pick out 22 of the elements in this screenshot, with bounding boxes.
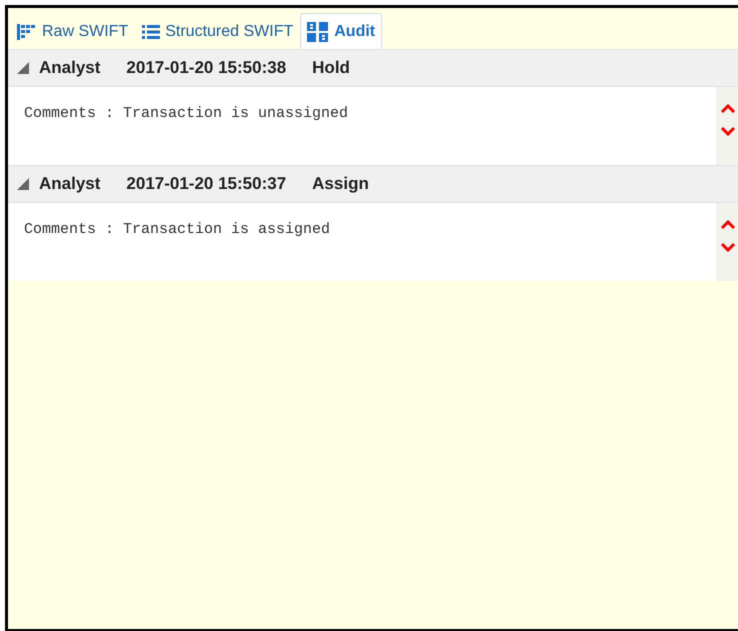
tab[interactable]: Structured SWIFT: [135, 13, 300, 49]
comment-text: Comments : Transaction is unassigned: [23, 104, 350, 124]
down-chevron-icon[interactable]: [720, 242, 736, 253]
action-label: Hold: [312, 58, 350, 78]
user-name: Analyst: [39, 58, 100, 78]
timestamp: 2017-01-20 15:50:37: [126, 174, 286, 194]
entry-header[interactable]: Analyst 2017-01-20 15:50:38 Hold: [8, 50, 738, 87]
tab[interactable]: Audit: [300, 13, 382, 49]
comment-text: Comments : Transaction is assigned: [23, 220, 332, 240]
entry-header[interactable]: Analyst 2017-01-20 15:50:37 Assign: [8, 166, 738, 203]
grid-icon: [307, 22, 330, 42]
action-label: Assign: [312, 174, 369, 194]
collapse-triangle-icon: [17, 62, 29, 74]
up-chevron-icon[interactable]: [720, 219, 736, 230]
up-chevron-icon[interactable]: [720, 103, 736, 114]
timestamp: 2017-01-20 15:50:38: [126, 58, 286, 78]
rows-icon: [17, 24, 37, 40]
down-chevron-icon[interactable]: [720, 126, 736, 137]
collapse-triangle-icon: [17, 178, 29, 190]
tab[interactable]: Raw SWIFT: [10, 13, 136, 49]
user-name: Analyst: [39, 174, 100, 194]
list-icon: [142, 24, 160, 38]
